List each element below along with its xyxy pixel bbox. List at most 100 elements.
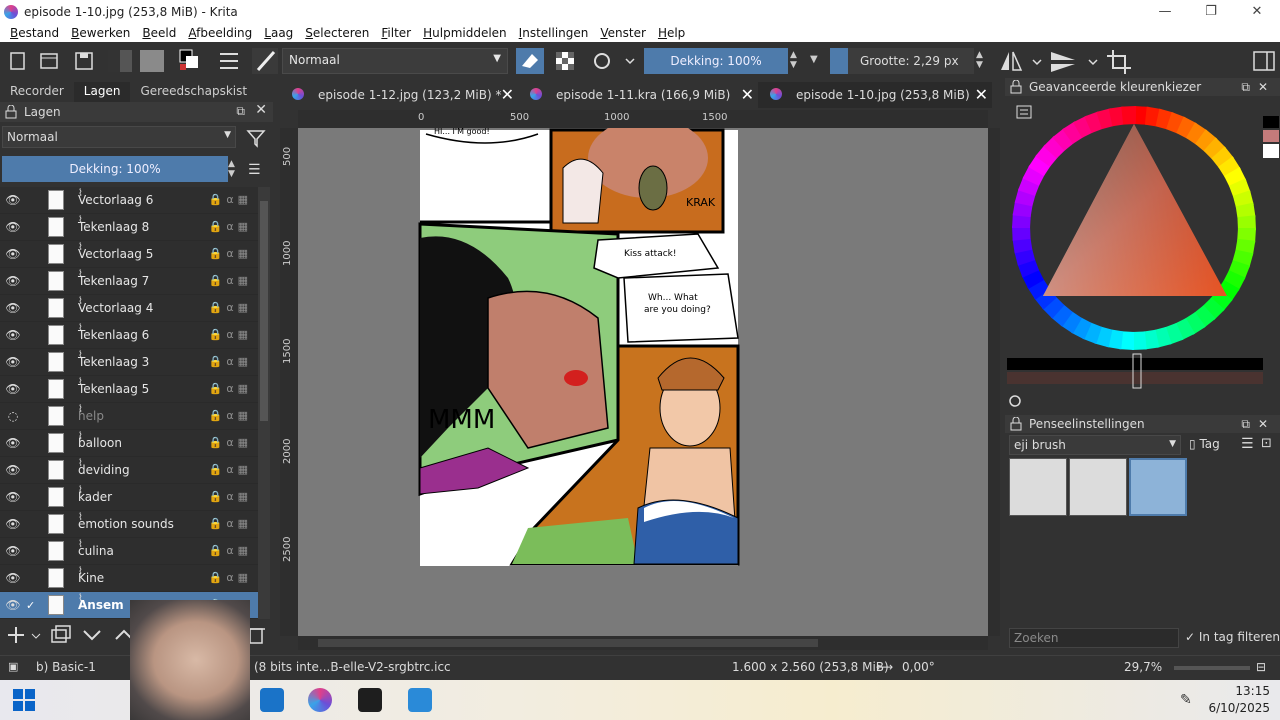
gradient-swatch-icon[interactable]: [108, 50, 132, 72]
opacity-slider[interactable]: Dekking: 100%: [644, 48, 788, 74]
canvas-only-icon[interactable]: ⊟: [1256, 660, 1266, 674]
eye-icon[interactable]: 👁: [0, 463, 26, 477]
windows-start-icon[interactable]: [12, 688, 36, 712]
brush-preset-select[interactable]: eji brush ▼: [1009, 435, 1181, 455]
close-tab-icon[interactable]: ✕: [975, 85, 988, 104]
layer-select-checkbox[interactable]: [26, 356, 42, 368]
mirror-horizontal-icon[interactable]: [1001, 51, 1023, 71]
size-stepper-icon[interactable]: ▲ ▼: [976, 50, 983, 70]
panel-controls[interactable]: ⧉✕: [1241, 415, 1276, 433]
menu-help[interactable]: Help: [658, 26, 685, 40]
layer-select-checkbox[interactable]: [26, 464, 42, 476]
layer-row[interactable]: 👁 ⌇ Tekenlaag 3 🔒α▦: [0, 349, 258, 376]
tag-button[interactable]: ▯ Tag: [1185, 435, 1235, 455]
layer-flags-icons[interactable]: 🔒α▦: [209, 463, 252, 476]
layer-flags-icons[interactable]: 🔒α▦: [209, 409, 252, 422]
menu-bestand[interactable]: Bestand: [10, 26, 59, 40]
layer-row[interactable]: 👁 ⌇ Tekenlaag 5 🔒α▦: [0, 376, 258, 403]
hue-segment[interactable]: [1237, 215, 1256, 231]
close-tab-icon[interactable]: ✕: [741, 85, 754, 104]
layer-select-checkbox[interactable]: [26, 518, 42, 530]
chevron-down-icon[interactable]: [625, 58, 635, 65]
crop-icon[interactable]: [1107, 50, 1131, 74]
document-tab-active[interactable]: episode 1-10.jpg (253,8 MiB) ✕: [758, 82, 992, 108]
hue-segment[interactable]: [1121, 106, 1137, 125]
menu-laag[interactable]: Laag: [264, 26, 293, 40]
document-tab[interactable]: episode 1-12.jpg (123,2 MiB) * ✕: [280, 82, 518, 108]
move-layer-down-icon[interactable]: [83, 630, 101, 641]
layer-select-checkbox[interactable]: [26, 491, 42, 503]
layer-select-checkbox[interactable]: ✓: [26, 599, 42, 612]
chevron-down-icon[interactable]: [1088, 59, 1098, 66]
layer-flags-icons[interactable]: 🔒α▦: [209, 544, 252, 557]
eye-closed-icon[interactable]: ◌: [0, 409, 26, 423]
menu-hulpmiddelen[interactable]: Hulpmiddelen: [423, 26, 507, 40]
lock-icon[interactable]: [1009, 417, 1023, 431]
tab-recorder[interactable]: Recorder: [0, 82, 74, 102]
scrollbar-thumb[interactable]: [260, 201, 268, 421]
lock-icon[interactable]: [1009, 80, 1023, 94]
import-preset-icon[interactable]: ⊡: [1261, 436, 1272, 451]
layer-select-checkbox[interactable]: [26, 302, 42, 314]
layer-select-checkbox[interactable]: [26, 572, 42, 584]
menu-instellingen[interactable]: Instellingen: [519, 26, 589, 40]
layer-select-checkbox[interactable]: [26, 329, 42, 341]
layer-opacity-stepper[interactable]: ▲ ▼: [228, 159, 235, 179]
foreground-background-color-icon[interactable]: [179, 49, 198, 70]
filter-icon[interactable]: [246, 128, 266, 148]
eye-icon[interactable]: 👁: [0, 517, 26, 531]
lock-icon[interactable]: [4, 105, 18, 119]
vertical-scrollbar[interactable]: [988, 128, 1000, 636]
duplicate-layer-icon[interactable]: [51, 625, 71, 643]
layer-flags-icons[interactable]: 🔒α▦: [209, 436, 252, 449]
layer-flags-icons[interactable]: 🔒α▦: [209, 301, 252, 314]
hue-segment[interactable]: [1012, 225, 1031, 241]
layer-select-checkbox[interactable]: [26, 194, 42, 206]
layer-flags-icons[interactable]: 🔒α▦: [209, 355, 252, 368]
layer-opacity-slider[interactable]: Dekking: 100%: [2, 156, 228, 182]
layer-row[interactable]: 👁 ⌇ deviding 🔒α▦: [0, 457, 258, 484]
layer-select-checkbox[interactable]: [26, 545, 42, 557]
eraser-mode-icon[interactable]: [516, 48, 544, 74]
horizontal-scrollbar[interactable]: [298, 636, 988, 650]
close-tab-icon[interactable]: ✕: [501, 85, 514, 104]
lightness-bar[interactable]: [1007, 358, 1263, 370]
bg-color-swatch[interactable]: [1263, 144, 1279, 158]
brush-preset-tile[interactable]: [1009, 458, 1067, 516]
layer-row[interactable]: 👁 ⌇ balloon 🔒α▦: [0, 430, 258, 457]
krita-taskbar-icon[interactable]: [308, 688, 332, 712]
refresh-icon[interactable]: [1009, 395, 1021, 407]
layer-select-checkbox[interactable]: [26, 275, 42, 287]
system-clock[interactable]: 13:15 6/10/2025: [1208, 683, 1270, 717]
layer-row[interactable]: 👁 ⌇ Vectorlaag 6 🔒α▦: [0, 187, 258, 214]
eye-icon[interactable]: 👁: [0, 274, 26, 288]
scrollbar-thumb[interactable]: [318, 639, 818, 647]
workspace-icon[interactable]: [1252, 49, 1276, 73]
brush-settings-icon[interactable]: [220, 53, 238, 69]
paint-taskbar-icon[interactable]: [408, 688, 432, 712]
layer-flags-icons[interactable]: 🔒α▦: [209, 247, 252, 260]
menu-beeld[interactable]: Beeld: [142, 26, 176, 40]
hue-segment[interactable]: [1131, 331, 1147, 350]
chevron-down-icon[interactable]: ▼: [810, 54, 818, 65]
eye-icon[interactable]: 👁: [0, 193, 26, 207]
layer-row[interactable]: 👁 ⌇ Tekenlaag 7 🔒α▦: [0, 268, 258, 295]
fg-color-swatch[interactable]: [1263, 116, 1279, 128]
eye-icon[interactable]: 👁: [0, 382, 26, 396]
layer-list-scrollbar[interactable]: [258, 187, 270, 619]
layer-flags-icons[interactable]: 🔒α▦: [209, 328, 252, 341]
eye-icon[interactable]: 👁: [0, 436, 26, 450]
mirror-vertical-icon[interactable]: [1051, 52, 1075, 72]
eye-icon[interactable]: 👁: [0, 220, 26, 234]
layer-flags-icons[interactable]: 🔒α▦: [209, 274, 252, 287]
menu-bewerken[interactable]: Bewerken: [71, 26, 130, 40]
layer-row[interactable]: 👁 ⌇ culina 🔒α▦: [0, 538, 258, 565]
document-tab[interactable]: episode 1-11.kra (166,9 MiB) ✕: [518, 82, 758, 108]
brush-size-slider[interactable]: Grootte: 2,29 px: [830, 48, 974, 74]
settings-icon[interactable]: [1016, 105, 1032, 119]
close-window-button[interactable]: ✕: [1234, 0, 1280, 23]
app-taskbar-icon[interactable]: [358, 688, 382, 712]
add-layer-icon[interactable]: [8, 627, 24, 643]
chevron-down-icon[interactable]: [31, 633, 41, 639]
pen-icon[interactable]: ✎: [1180, 692, 1192, 708]
